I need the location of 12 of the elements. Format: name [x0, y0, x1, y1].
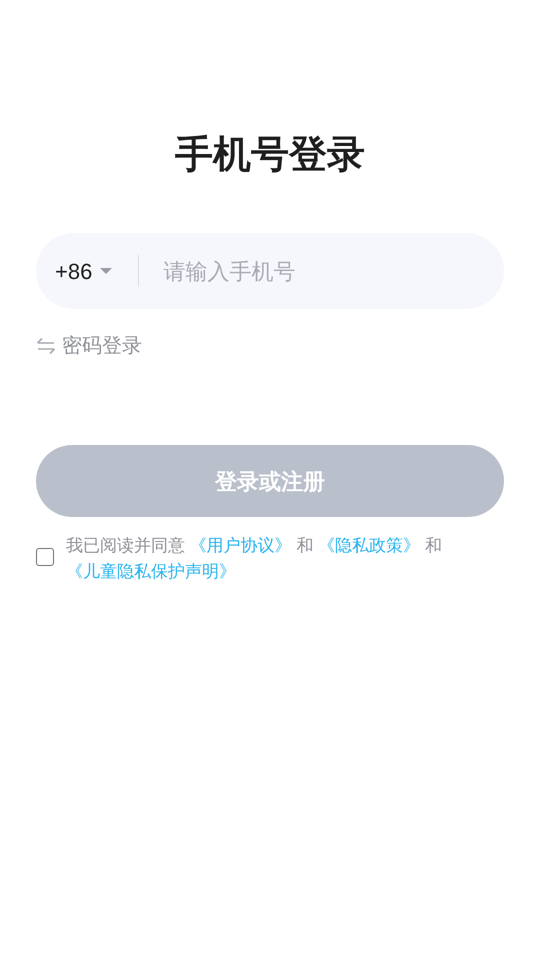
page-title: 手机号登录: [175, 133, 365, 178]
caret-icon: [100, 268, 112, 274]
agreement-text: 我已阅读并同意 《用户协议》 和 《隐私政策》 和 《儿童隐私保护声明》: [66, 535, 443, 583]
phone-input[interactable]: 请输入手机号: [163, 254, 504, 288]
phone-field[interactable]: +86 请输入手机号: [36, 233, 504, 309]
agreement-link[interactable]: 《用户协议》: [190, 536, 292, 555]
swap-icon: [36, 337, 56, 355]
agreement-link[interactable]: 《儿童隐私保护声明》: [66, 562, 236, 581]
password-login-link[interactable]: 密码登录: [36, 331, 142, 361]
country-code-dropdown[interactable]: +86: [55, 254, 112, 288]
agree-checkbox[interactable]: [36, 548, 54, 566]
agreement-link[interactable]: 《隐私政策》: [318, 536, 420, 555]
